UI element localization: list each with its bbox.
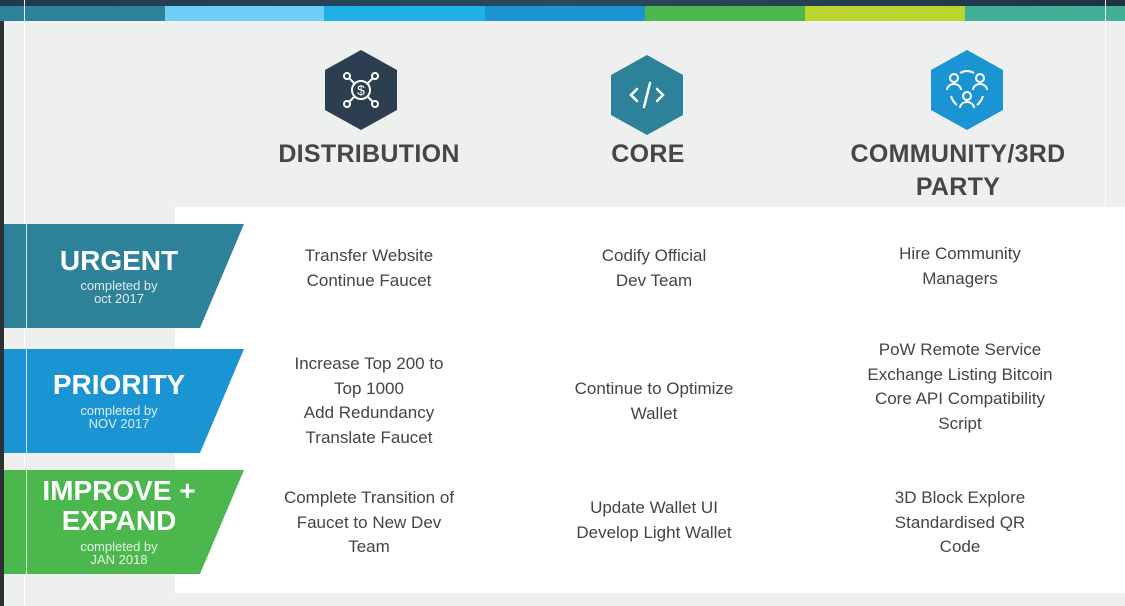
cell-urgent-core: Codify Official Dev Team — [535, 244, 773, 293]
row-title-improve-line1: IMPROVE + — [42, 475, 196, 506]
color-stripe-5 — [645, 6, 805, 21]
task-item: Top 1000 — [334, 378, 404, 398]
cell-urgent-community: Hire Community Managers — [840, 242, 1080, 291]
color-stripe-3 — [324, 6, 485, 21]
cell-priority-community: PoW Remote Service Exchange Listing Bitc… — [840, 338, 1080, 436]
task-item: Managers — [922, 268, 998, 288]
row-title-urgent: URGENT — [59, 245, 179, 276]
task-item: Complete Transition of — [283, 488, 455, 507]
task-item: Continue to Optimize — [574, 379, 734, 398]
task-item: Transfer Website — [304, 246, 434, 265]
column-header-community: COMMUNITY/3RD PARTY — [820, 138, 1096, 204]
task-item: Script — [938, 413, 982, 433]
row-deadline-improve: JAN 2018 — [90, 552, 148, 567]
color-stripe-6 — [805, 6, 965, 21]
color-stripe-4 — [485, 6, 645, 21]
task-item: 3D Block Explore — [894, 488, 1026, 507]
cell-improve-community: 3D Block Explore Standardised QR Code — [840, 486, 1080, 560]
community-icon — [946, 70, 988, 109]
cell-urgent-distribution: Transfer Website Continue Faucet — [250, 244, 488, 293]
task-item: Dev Team — [615, 270, 693, 290]
task-item: Add Redundancy — [303, 403, 435, 422]
cell-priority-core: Continue to Optimize Wallet — [535, 377, 773, 426]
task-item: Standardised QR — [894, 512, 1026, 532]
cell-improve-core: Update Wallet UI Develop Light Wallet — [535, 496, 773, 545]
task-item: Develop Light Wallet — [576, 522, 732, 542]
code-icon — [629, 81, 665, 109]
row-title-improve-line2: EXPAND — [61, 505, 177, 536]
task-item: PoW Remote Service — [878, 340, 1042, 359]
color-stripe-2 — [165, 6, 324, 21]
task-item: Continue Faucet — [306, 270, 432, 290]
cell-priority-distribution: Increase Top 200 to Top 1000 Add Redunda… — [250, 352, 488, 450]
svg-text:$: $ — [357, 82, 365, 98]
row-deadline-priority: NOV 2017 — [88, 416, 150, 431]
banner-guide-line — [26, 224, 27, 328]
task-item: Wallet — [630, 403, 678, 423]
task-item: Hire Community — [899, 244, 1021, 263]
cell-improve-distribution: Complete Transition of Faucet to New Dev… — [250, 486, 488, 560]
column-header-core: CORE — [611, 140, 685, 168]
row-deadline-urgent: oct 2017 — [94, 291, 144, 306]
guide-line-right — [1105, 0, 1106, 207]
task-item: Faucet to New Dev — [296, 512, 442, 532]
column-header-community-line1: COMMUNITY/3RD — [850, 140, 1066, 168]
task-item: Translate Faucet — [305, 427, 433, 447]
task-item: Update Wallet UI — [590, 498, 718, 517]
task-item: Exchange Listing Bitcoin — [867, 364, 1053, 384]
money-network-icon: $ — [343, 72, 379, 108]
task-item: Code — [939, 537, 981, 556]
color-stripe-7 — [965, 6, 1125, 21]
task-item: Increase Top 200 to — [294, 354, 444, 373]
task-item: Codify Official — [601, 246, 707, 265]
task-item: Core API Compatibility — [874, 389, 1046, 408]
task-item: Team — [348, 537, 390, 556]
column-header-community-line2: PARTY — [915, 173, 1001, 201]
column-header-distribution: DISTRIBUTION — [278, 140, 460, 168]
row-title-priority: PRIORITY — [52, 369, 186, 400]
banner-guide-line — [26, 349, 27, 453]
